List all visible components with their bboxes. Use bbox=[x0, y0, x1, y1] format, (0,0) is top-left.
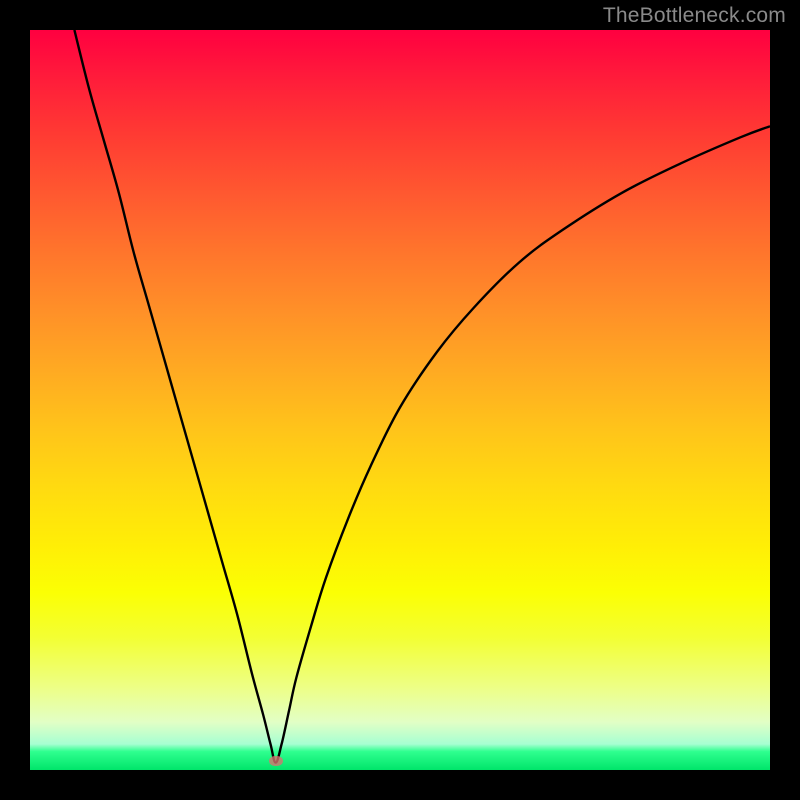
curve-svg bbox=[30, 30, 770, 770]
bottleneck-curve bbox=[74, 30, 770, 763]
chart-stage: TheBottleneck.com bbox=[0, 0, 800, 800]
minimum-marker bbox=[269, 756, 283, 766]
watermark-text: TheBottleneck.com bbox=[603, 4, 786, 28]
gradient-plot-area bbox=[30, 30, 770, 770]
